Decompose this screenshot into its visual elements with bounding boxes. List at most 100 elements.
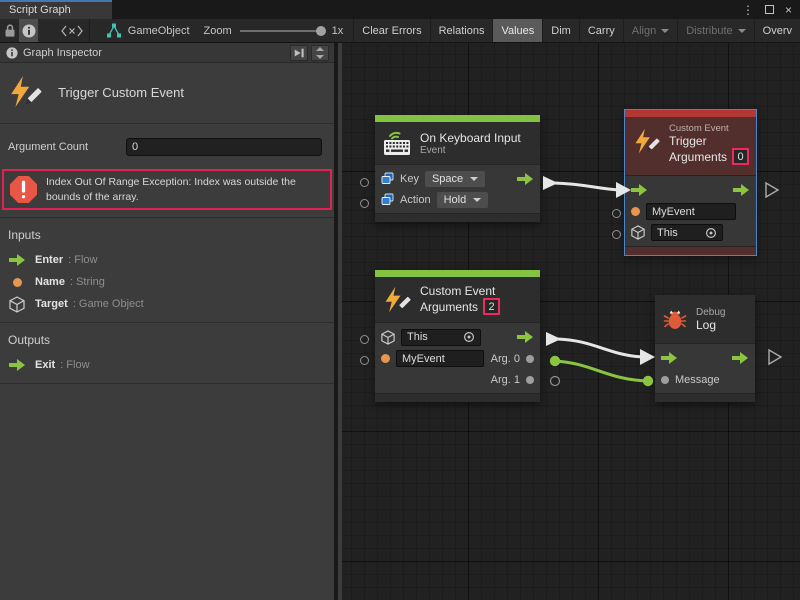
values-button[interactable]: Values bbox=[492, 19, 542, 43]
node-footer bbox=[375, 393, 540, 402]
graph-inspector-panel: Graph Inspector Trigger Custom Event Arg… bbox=[0, 43, 338, 600]
divider bbox=[0, 383, 334, 384]
page-title: Trigger Custom Event bbox=[58, 85, 184, 100]
zoom-control: Zoom 1x bbox=[204, 25, 352, 37]
target-picker-icon[interactable] bbox=[705, 227, 717, 239]
node-footer bbox=[655, 393, 755, 402]
input-item-name: Name: String bbox=[0, 271, 334, 293]
panel-spinner[interactable] bbox=[311, 45, 329, 61]
node-subtitle: Event bbox=[420, 145, 521, 156]
gameobject-label: GameObject bbox=[128, 25, 190, 37]
key-label: Key bbox=[400, 173, 419, 185]
arg0-label: Arg. 0 bbox=[491, 353, 520, 365]
arg0-port[interactable] bbox=[526, 355, 534, 363]
event-name-field[interactable]: MyEvent bbox=[646, 203, 736, 220]
node-body: Message bbox=[655, 343, 755, 393]
menu-icon[interactable]: ⋮ bbox=[742, 4, 754, 16]
zoom-label: Zoom bbox=[204, 25, 232, 37]
flow-in-port[interactable] bbox=[661, 352, 678, 364]
arguments-value-error[interactable]: 0 bbox=[732, 148, 749, 165]
tab-bar: Script Graph ⋮ × bbox=[0, 0, 800, 19]
zoom-slider-knob[interactable] bbox=[316, 26, 326, 36]
target-field[interactable]: This bbox=[401, 329, 481, 346]
code-icon[interactable] bbox=[54, 19, 89, 43]
arguments-value-error[interactable]: 2 bbox=[483, 298, 500, 315]
lock-icon[interactable] bbox=[0, 19, 19, 43]
trigger-name-port[interactable] bbox=[612, 209, 621, 218]
argument-count-label: Argument Count bbox=[8, 141, 126, 153]
event-name-field[interactable]: MyEvent bbox=[396, 350, 484, 367]
string-port-icon bbox=[631, 207, 640, 216]
node-on-keyboard-input[interactable]: On Keyboard Input Event Key Space Action… bbox=[375, 115, 540, 222]
action-dropdown[interactable]: Hold bbox=[437, 192, 489, 208]
bug-icon bbox=[663, 307, 687, 331]
trigger-target-port[interactable] bbox=[612, 230, 621, 239]
node-title: Custom Event bbox=[420, 284, 500, 298]
key-input-icon bbox=[381, 172, 394, 185]
toolbar-buttons: Clear Errors Relations Values Dim Carry … bbox=[353, 19, 800, 43]
maximize-icon[interactable] bbox=[765, 5, 774, 14]
arg1-port[interactable] bbox=[526, 376, 534, 384]
keyboard-icon bbox=[383, 130, 411, 156]
node-category: Debug bbox=[696, 307, 725, 318]
inspector-toggle-button[interactable] bbox=[19, 19, 38, 43]
distribute-dropdown[interactable]: Distribute bbox=[677, 19, 753, 43]
argument-count-input[interactable]: 0 bbox=[126, 138, 322, 156]
node-footer bbox=[625, 246, 756, 255]
node-body: MyEvent This bbox=[625, 175, 756, 246]
info-icon bbox=[6, 47, 18, 59]
node-trigger-custom-event[interactable]: Custom Event Trigger Arguments 0 MyEvent… bbox=[625, 110, 756, 255]
node-error-bar bbox=[625, 110, 756, 117]
outputs-header: Outputs bbox=[0, 323, 334, 354]
node-debug-log[interactable]: Debug Log Message bbox=[655, 295, 755, 402]
carry-button[interactable]: Carry bbox=[579, 19, 623, 43]
flow-out-port[interactable] bbox=[732, 352, 749, 364]
target-picker-icon[interactable] bbox=[463, 331, 475, 343]
custom-event-icon bbox=[633, 128, 660, 155]
gameobject-reference[interactable]: GameObject bbox=[90, 23, 204, 38]
relations-button[interactable]: Relations bbox=[430, 19, 493, 43]
zoom-value: 1x bbox=[332, 25, 344, 37]
message-port-icon[interactable] bbox=[661, 376, 669, 384]
node-color-bar bbox=[375, 115, 540, 122]
close-icon[interactable]: × bbox=[785, 4, 792, 16]
gameobject-cube-icon bbox=[631, 225, 645, 240]
input-item-enter: Enter: Flow bbox=[0, 249, 334, 271]
key-value-port[interactable] bbox=[360, 178, 369, 187]
string-port-icon bbox=[13, 278, 22, 287]
node-color-bar bbox=[375, 270, 540, 277]
dim-button[interactable]: Dim bbox=[542, 19, 579, 43]
chevron-down-icon bbox=[473, 198, 481, 202]
clear-errors-button[interactable]: Clear Errors bbox=[353, 19, 429, 43]
error-message: Index Out Of Range Exception: Index was … bbox=[46, 175, 324, 204]
custom-event-target-port[interactable] bbox=[360, 335, 369, 344]
gameobject-cube-icon bbox=[9, 296, 25, 313]
zoom-slider[interactable] bbox=[240, 30, 324, 32]
key-dropdown[interactable]: Space bbox=[425, 171, 485, 187]
input-item-target: Target: Game Object bbox=[0, 293, 334, 315]
inputs-header: Inputs bbox=[0, 218, 334, 249]
arg1-label: Arg. 1 bbox=[491, 374, 520, 386]
node-body: This MyEvent Arg. 0 Arg. 1 bbox=[375, 322, 540, 393]
custom-event-name-port[interactable] bbox=[360, 356, 369, 365]
output-item-exit: Exit: Flow bbox=[0, 354, 334, 376]
chevron-down-icon bbox=[661, 29, 669, 33]
flow-out-port[interactable] bbox=[733, 184, 750, 196]
message-label: Message bbox=[675, 374, 720, 386]
action-value-port[interactable] bbox=[360, 199, 369, 208]
node-header: Debug Log bbox=[655, 295, 755, 343]
node-header: On Keyboard Input Event bbox=[375, 122, 540, 164]
flow-out-port[interactable] bbox=[517, 173, 534, 185]
flow-arrow-icon bbox=[9, 254, 26, 266]
overview-button[interactable]: Overv bbox=[754, 19, 800, 43]
target-field[interactable]: This bbox=[651, 224, 723, 241]
node-custom-event[interactable]: Custom Event Arguments 2 This MyEvent Ar… bbox=[375, 270, 540, 402]
tab-script-graph[interactable]: Script Graph bbox=[0, 0, 112, 19]
flow-out-port[interactable] bbox=[517, 331, 534, 343]
align-dropdown[interactable]: Align bbox=[623, 19, 677, 43]
node-title: Log bbox=[696, 318, 725, 332]
flow-in-port[interactable] bbox=[631, 184, 648, 196]
error-icon bbox=[10, 176, 37, 203]
custom-event-icon bbox=[383, 286, 411, 314]
dock-panel-button[interactable] bbox=[290, 45, 308, 61]
